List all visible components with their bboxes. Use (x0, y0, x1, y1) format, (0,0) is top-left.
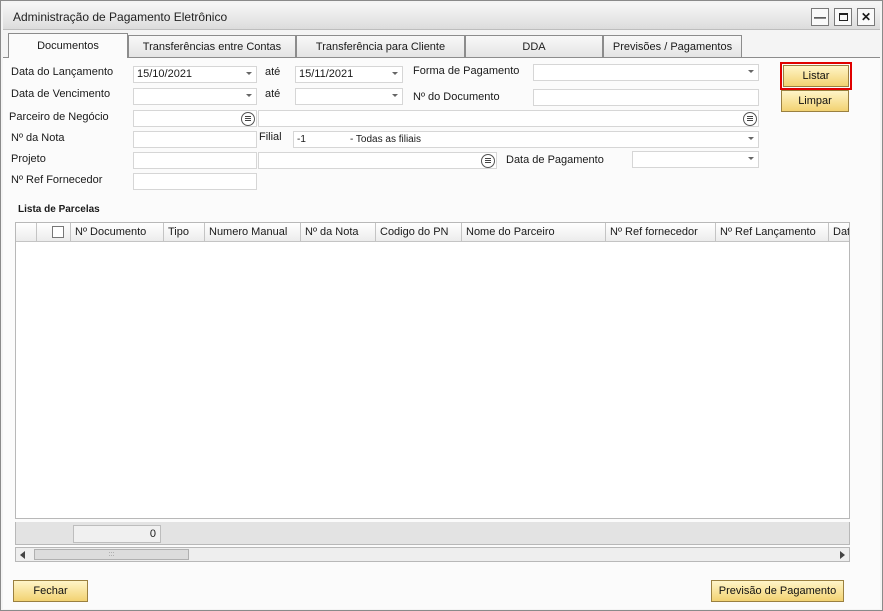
scroll-right-icon[interactable] (840, 551, 845, 559)
choose-from-list-icon[interactable] (241, 112, 255, 126)
col-numero-manual[interactable]: Numero Manual (204, 223, 300, 242)
data-lancamento-to-value: 15/11/2021 (299, 68, 354, 80)
title-bar: Administração de Pagamento Eletrônico — … (3, 3, 880, 30)
grid-header: Nº Documento Tipo Numero Manual Nº da No… (16, 223, 849, 242)
fechar-button[interactable]: Fechar (13, 580, 88, 602)
chevron-down-icon (748, 137, 754, 140)
choose-from-list-icon[interactable] (743, 112, 757, 126)
select-all-col[interactable] (36, 223, 70, 242)
num-documento-label: Nº do Documento (413, 91, 500, 103)
grid-title: Lista de Parcelas (18, 204, 100, 215)
data-pagamento-label: Data de Pagamento (506, 154, 604, 166)
col-codigo-pn[interactable]: Codigo do PN (375, 223, 461, 242)
filial-code: -1 (297, 134, 306, 145)
parceiro-name-input[interactable] (258, 110, 759, 127)
app-window: Administração de Pagamento Eletrônico — … (0, 0, 883, 611)
filial-select[interactable]: -1 - Todas as filiais (293, 131, 759, 148)
projeto-label: Projeto (11, 153, 46, 165)
tab-bar: Documentos Transferências entre Contas T… (3, 31, 880, 58)
maximize-button[interactable] (834, 8, 852, 26)
horizontal-scrollbar[interactable]: ::: (15, 547, 850, 562)
data-vencimento-from-field[interactable] (133, 88, 257, 105)
data-vencimento-to-field[interactable] (295, 88, 403, 105)
col-tipo[interactable]: Tipo (163, 223, 204, 242)
forma-pagamento-label: Forma de Pagamento (413, 65, 520, 77)
parcelas-grid: Nº Documento Tipo Numero Manual Nº da No… (15, 222, 850, 519)
col-num-nota[interactable]: Nº da Nota (300, 223, 375, 242)
col-nome-parceiro[interactable]: Nome do Parceiro (461, 223, 605, 242)
ref-fornecedor-label: Nº Ref Fornecedor (11, 174, 103, 186)
minimize-button[interactable]: — (811, 8, 829, 26)
select-all-checkbox[interactable] (52, 226, 64, 238)
minimize-icon: — (814, 10, 826, 24)
filial-desc: - Todas as filiais (350, 134, 421, 145)
chevron-down-icon (392, 72, 398, 75)
choose-from-list-icon[interactable] (481, 154, 495, 168)
limpar-button[interactable]: Limpar (781, 90, 849, 112)
ate-label: até (265, 66, 281, 78)
parceiro-code-input[interactable] (133, 110, 257, 127)
forma-pagamento-select[interactable] (533, 64, 759, 81)
col-num-documento[interactable]: Nº Documento (70, 223, 163, 242)
filial-label: Filial (259, 131, 282, 143)
data-pagamento-field[interactable] (632, 151, 759, 168)
chevron-down-icon (246, 94, 252, 97)
documentos-panel: Data do Lançamento 15/10/2021 até 15/11/… (3, 57, 880, 609)
chevron-down-icon (392, 94, 398, 97)
grid-totals-row: 0 (15, 522, 850, 545)
projeto-name-input[interactable] (258, 152, 497, 169)
previsao-pagamento-button[interactable]: Previsão de Pagamento (711, 580, 844, 602)
tab-previsoes-pagamentos[interactable]: Previsões / Pagamentos (603, 35, 742, 57)
data-vencimento-label: Data de Vencimento (11, 88, 111, 100)
scroll-left-icon[interactable] (20, 551, 25, 559)
chevron-down-icon (748, 70, 754, 73)
chevron-down-icon (246, 72, 252, 75)
scroll-thumb[interactable]: ::: (34, 549, 189, 560)
tab-transferencias-contas[interactable]: Transferências entre Contas (128, 35, 296, 57)
close-button[interactable]: ✕ (857, 8, 875, 26)
data-lancamento-to-field[interactable]: 15/11/2021 (295, 66, 403, 83)
tab-dda[interactable]: DDA (465, 35, 603, 57)
tab-documentos[interactable]: Documentos (8, 33, 128, 58)
tab-transferencia-cliente[interactable]: Transferência para Cliente (296, 35, 465, 57)
maximize-icon (838, 13, 848, 21)
data-lancamento-from-field[interactable]: 15/10/2021 (133, 66, 257, 83)
ate-label-2: até (265, 88, 281, 100)
parceiro-label: Parceiro de Negócio (9, 111, 109, 123)
row-header-col (16, 223, 36, 242)
col-data[interactable]: Dat (828, 223, 849, 242)
projeto-code-input[interactable] (133, 152, 257, 169)
chevron-down-icon (748, 157, 754, 160)
listar-button[interactable]: Listar (780, 62, 852, 90)
window-title: Administração de Pagamento Eletrônico (13, 10, 228, 24)
num-nota-input[interactable] (133, 131, 257, 148)
num-nota-label: Nº da Nota (11, 132, 65, 144)
col-ref-fornecedor[interactable]: Nº Ref fornecedor (605, 223, 715, 242)
data-lancamento-from-value: 15/10/2021 (137, 68, 193, 80)
col-ref-lancamento[interactable]: Nº Ref Lançamento (715, 223, 828, 242)
data-lancamento-label: Data do Lançamento (11, 66, 114, 78)
ref-fornecedor-input[interactable] (133, 173, 257, 190)
total-value: 0 (73, 525, 161, 543)
num-documento-input[interactable] (533, 89, 759, 106)
close-icon: ✕ (860, 10, 872, 24)
